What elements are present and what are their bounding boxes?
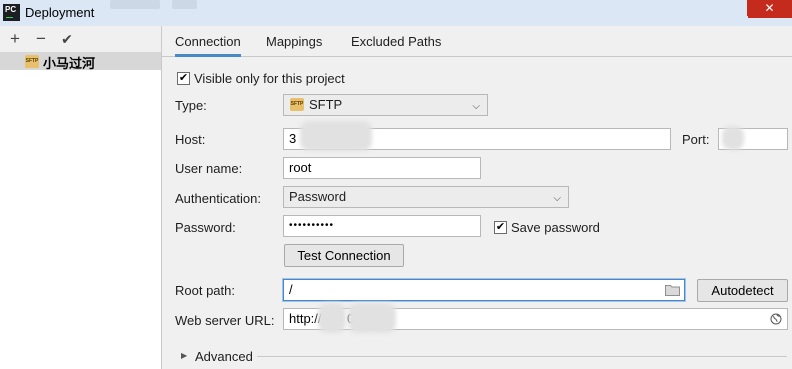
chevron-down-icon: ⌵ (553, 193, 561, 204)
username-label: User name: (175, 161, 243, 176)
check-icon: ✔ (61, 31, 73, 47)
web-server-url-label: Web server URL: (175, 313, 275, 328)
remove-server-button[interactable]: − (32, 29, 50, 49)
host-value: 3 (289, 131, 297, 146)
visible-only-checkbox[interactable]: ✔ (177, 72, 190, 85)
username-value: root (289, 160, 312, 175)
plus-icon: + (10, 29, 20, 48)
checkmark-icon: ✔ (178, 72, 189, 84)
redaction-blur (348, 303, 396, 333)
sftp-icon: SFTP (25, 55, 39, 68)
expand-arrow-icon[interactable]: ▶ (181, 351, 187, 360)
background-window-ghost (172, 0, 197, 9)
close-button[interactable]: ✕ (747, 0, 792, 18)
type-label: Type: (175, 98, 207, 113)
server-list-toolbar: + − ✔ (0, 26, 161, 53)
tab-excluded-paths[interactable]: Excluded Paths (351, 34, 441, 49)
title-bar: PC Deployment ✕ (0, 0, 792, 26)
root-path-label: Root path: (175, 283, 235, 298)
set-default-button[interactable]: ✔ (58, 29, 76, 49)
server-list-item[interactable]: SFTP 小马过河 (0, 52, 161, 71)
advanced-divider (257, 356, 787, 357)
authentication-label: Authentication: (175, 191, 262, 206)
type-value: SFTP (309, 97, 343, 112)
redaction-blur (722, 126, 744, 150)
authentication-select[interactable]: Password ⌵ (283, 186, 569, 208)
redaction-blur (300, 121, 372, 151)
tab-connection[interactable]: Connection (175, 34, 241, 57)
save-password-label: Save password (511, 220, 600, 235)
background-window-ghost (110, 0, 160, 9)
authentication-value: Password (289, 189, 347, 204)
type-select[interactable]: SFTP SFTP ⌵ (283, 94, 488, 116)
test-connection-button[interactable]: Test Connection (284, 244, 404, 267)
password-input[interactable]: •••••••••• (283, 215, 481, 237)
add-server-button[interactable]: + (6, 29, 24, 49)
app-icon-bar (6, 17, 13, 18)
port-label: Port: (682, 132, 710, 147)
pycharm-app-icon: PC (3, 4, 20, 21)
username-input[interactable]: root (283, 157, 481, 179)
root-path-value: / (289, 282, 293, 297)
password-label: Password: (175, 220, 236, 235)
host-label: Host: (175, 132, 206, 147)
window-title: Deployment (25, 5, 95, 20)
redaction-blur (318, 303, 346, 333)
globe-icon[interactable] (770, 313, 782, 325)
minus-icon: − (36, 29, 46, 48)
server-list-panel: + − ✔ SFTP 小马过河 (0, 26, 162, 369)
sftp-icon: SFTP (290, 98, 304, 111)
password-mask: •••••••••• (289, 220, 335, 231)
autodetect-button[interactable]: Autodetect (697, 279, 788, 302)
server-name: 小马过河 (43, 56, 96, 71)
visible-only-label: Visible only for this project (194, 71, 345, 86)
chevron-down-icon: ⌵ (472, 101, 480, 112)
root-path-input[interactable]: / (283, 279, 685, 301)
title-bar-gap (724, 16, 748, 26)
advanced-section-toggle[interactable]: Advanced (195, 349, 253, 364)
checkmark-icon: ✔ (495, 221, 506, 233)
save-password-checkbox[interactable]: ✔ (494, 221, 507, 234)
folder-icon[interactable] (665, 284, 680, 296)
close-icon: ✕ (764, 1, 775, 15)
tab-bar: Connection Mappings Excluded Paths (162, 26, 792, 57)
app-icon-text: PC (5, 5, 17, 14)
tab-mappings[interactable]: Mappings (266, 34, 322, 49)
